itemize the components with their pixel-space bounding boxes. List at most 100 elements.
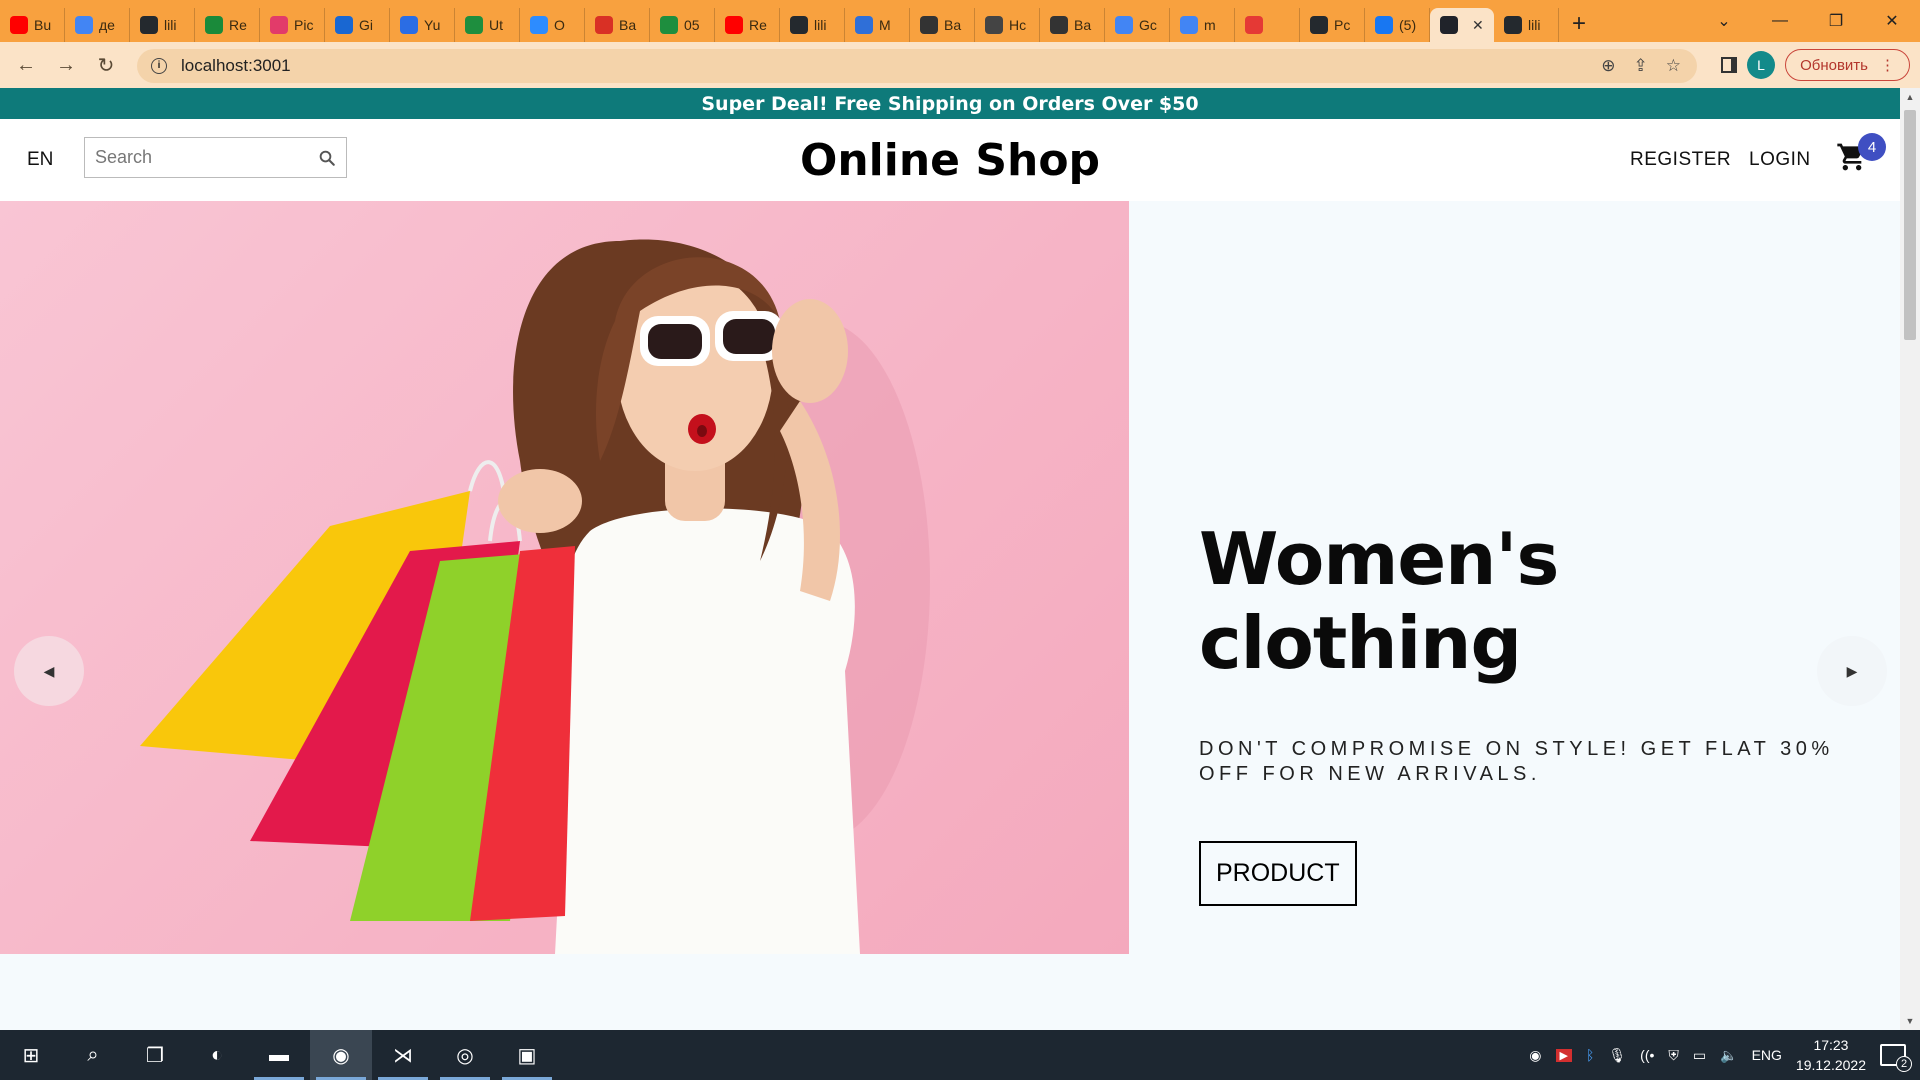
cart-button[interactable]: 4 xyxy=(1836,133,1886,181)
browser-tab[interactable]: Pc xyxy=(1300,8,1365,42)
google-icon xyxy=(75,16,93,34)
minimize-button[interactable]: — xyxy=(1752,12,1808,30)
markdown-icon xyxy=(920,16,938,34)
browser-tab[interactable]: Bu xyxy=(0,8,65,42)
forward-button[interactable]: → xyxy=(46,54,86,77)
vscode-icon[interactable]: ⋊ xyxy=(372,1030,434,1080)
product-button[interactable]: PRODUCT xyxy=(1199,841,1357,906)
tab-title: M xyxy=(879,17,891,33)
search-input[interactable] xyxy=(95,147,305,168)
tab-title: Pc xyxy=(1334,17,1351,33)
search-box xyxy=(84,137,347,178)
zoom-icon xyxy=(530,16,548,34)
scroll-up-icon[interactable]: ▲ xyxy=(1900,92,1920,102)
tab-title: Gc xyxy=(1139,17,1157,33)
scrollbar-thumb[interactable] xyxy=(1904,110,1916,340)
browser-tab[interactable]: lili xyxy=(130,8,195,42)
file-explorer-icon[interactable]: ▬ xyxy=(248,1030,310,1080)
tab-search-button[interactable]: ⌄ xyxy=(1696,11,1752,31)
hero-image xyxy=(0,201,1129,954)
page-scrollbar[interactable]: ▲ ▼ xyxy=(1900,88,1920,1030)
discord-icon[interactable]: ◎ xyxy=(434,1030,496,1080)
scroll-down-icon[interactable]: ▼ xyxy=(1900,1016,1920,1026)
update-button[interactable]: Обновить ⋮ xyxy=(1785,49,1910,81)
bluetooth-icon[interactable]: ᛒ xyxy=(1586,1047,1594,1063)
language-selector[interactable]: EN xyxy=(27,149,53,171)
browser-tab[interactable]: де xyxy=(65,8,130,42)
search-icon[interactable]: ⌕ xyxy=(62,1030,124,1080)
wifi-icon[interactable]: ((• xyxy=(1640,1047,1654,1063)
record-tray-icon[interactable]: ▶ xyxy=(1555,1048,1572,1062)
browser-tab[interactable]: ✕ xyxy=(1430,8,1494,42)
discord-tray-icon[interactable]: ◉ xyxy=(1529,1047,1541,1064)
address-bar[interactable]: i localhost:3001 ⊕ ⇪ ☆ xyxy=(137,49,1697,83)
arrow-left-icon: ◀ xyxy=(43,662,55,679)
microphone-icon[interactable]: 🎙 xyxy=(1608,1047,1626,1064)
notification-center-icon[interactable]: 2 xyxy=(1880,1044,1912,1072)
slider-prev-button[interactable]: ◀ xyxy=(14,636,84,706)
browser-tab[interactable]: Gc xyxy=(1105,8,1170,42)
browser-tab[interactable]: O xyxy=(520,8,585,42)
start-icon[interactable]: ⊞ xyxy=(0,1030,62,1080)
browser-tab-strip: Bu де lili Re Pic Gi Yu Ut O Ba 05 Re lili M Ba Hc Ba Gc m… xyxy=(0,0,1920,42)
security-icon[interactable]: ⛨ xyxy=(1668,1047,1679,1064)
browser-tab[interactable]: Re xyxy=(715,8,780,42)
window-controls: ⌄ — ❐ ✕ xyxy=(1696,0,1920,42)
recording-icon xyxy=(1245,16,1263,34)
register-link[interactable]: REGISTER xyxy=(1630,149,1731,171)
slider-next-button[interactable]: ▶ xyxy=(1817,636,1887,706)
chrome-icon xyxy=(985,16,1003,34)
search-icon[interactable] xyxy=(318,149,336,167)
browser-tab[interactable]: Hc xyxy=(975,8,1040,42)
markdown-icon xyxy=(1050,16,1068,34)
share-icon[interactable]: ⇪ xyxy=(1634,56,1648,76)
login-link[interactable]: LOGIN xyxy=(1749,149,1811,171)
close-window-button[interactable]: ✕ xyxy=(1864,11,1920,31)
edge-icon[interactable]: ◐ xyxy=(186,1030,248,1080)
terminal-icon[interactable]: ▣ xyxy=(496,1030,558,1080)
profile-avatar[interactable]: L xyxy=(1747,51,1776,79)
browser-tab[interactable]: M xyxy=(845,8,910,42)
system-clock[interactable]: 17:23 19.12.2022 xyxy=(1796,1035,1866,1075)
browser-tab[interactable]: Ba xyxy=(910,8,975,42)
browser-tab[interactable]: Re xyxy=(195,8,260,42)
github-icon xyxy=(790,16,808,34)
zoom-icon[interactable]: ⊕ xyxy=(1601,56,1615,76)
announcement-bar: Super Deal! Free Shipping on Orders Over… xyxy=(0,88,1900,119)
browser-tab[interactable]: Ut xyxy=(455,8,520,42)
bookmark-star-icon[interactable]: ☆ xyxy=(1666,56,1681,76)
tab-title: 05 xyxy=(684,17,700,33)
tab-title: Gi xyxy=(359,17,373,33)
clock-date: 19.12.2022 xyxy=(1795,1057,1866,1073)
browser-tab[interactable]: Yu xyxy=(390,8,455,42)
site-info-icon[interactable]: i xyxy=(151,58,167,74)
browser-tab[interactable]: Gi xyxy=(325,8,390,42)
restore-button[interactable]: ❐ xyxy=(1808,11,1864,31)
tab-title: lili xyxy=(814,17,827,33)
browser-tab[interactable]: m xyxy=(1170,8,1235,42)
side-panel-icon[interactable] xyxy=(1721,57,1738,73)
new-tab-button[interactable]: + xyxy=(1559,10,1599,38)
browser-tab[interactable] xyxy=(1235,8,1300,42)
back-button[interactable]: ← xyxy=(6,54,46,77)
browser-tab[interactable]: (5) xyxy=(1365,8,1430,42)
browser-tab[interactable]: Ba xyxy=(585,8,650,42)
reload-button[interactable]: ↻ xyxy=(86,53,126,78)
close-tab-icon[interactable]: ✕ xyxy=(1472,17,1484,34)
chrome-icon[interactable]: ◉ xyxy=(310,1030,372,1080)
tab-title: Re xyxy=(229,17,247,33)
browser-tab[interactable]: Ba xyxy=(1040,8,1105,42)
battery-icon[interactable]: ▭ xyxy=(1693,1047,1706,1064)
tab-title: O xyxy=(554,17,565,33)
tab-title: lili xyxy=(1528,17,1541,33)
browser-tab[interactable]: Pic xyxy=(260,8,325,42)
browser-tab[interactable]: 05 xyxy=(650,8,715,42)
arrow-right-icon: ▶ xyxy=(1846,662,1858,679)
browser-tab[interactable]: lili xyxy=(780,8,845,42)
input-language[interactable]: ENG xyxy=(1752,1047,1782,1063)
volume-icon[interactable]: 🔈 xyxy=(1720,1047,1737,1064)
task-view-icon[interactable]: ❐ xyxy=(124,1030,186,1080)
tab-title: Ut xyxy=(489,17,503,33)
browser-tab[interactable]: lili xyxy=(1494,8,1559,42)
slide-description: DON'T COMPROMISE ON STYLE! GET FLAT 30% … xyxy=(1199,738,1834,785)
